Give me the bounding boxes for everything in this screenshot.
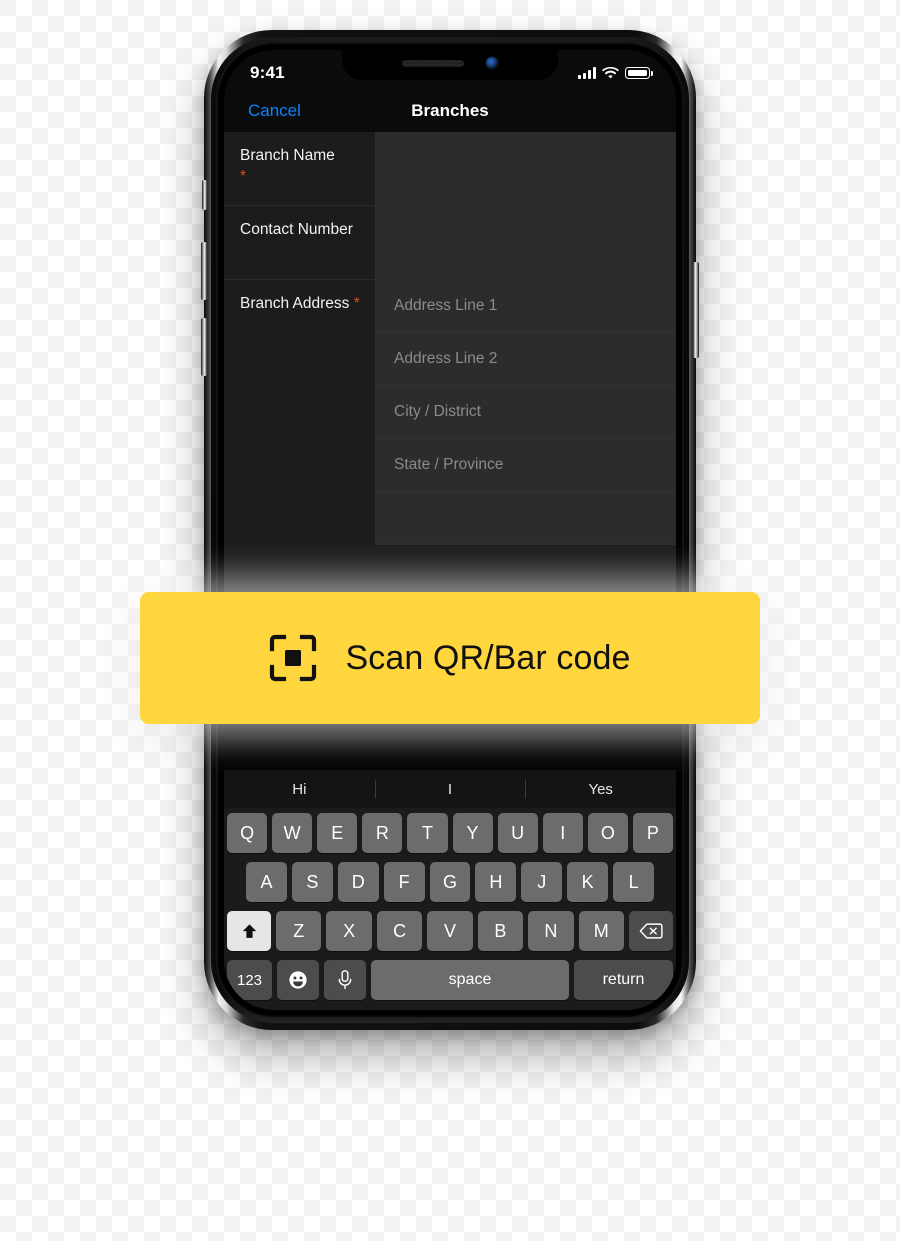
address-form-filler (376, 492, 676, 545)
key-s[interactable]: S (291, 862, 333, 902)
dictation-key[interactable] (324, 960, 366, 1000)
shift-key[interactable] (227, 911, 272, 951)
key-x[interactable]: X (326, 911, 372, 951)
key-u[interactable]: U (497, 813, 538, 853)
key-n[interactable]: N (528, 911, 574, 951)
contact-number-input[interactable] (376, 206, 676, 279)
key-v[interactable]: V (427, 911, 473, 951)
key-z[interactable]: Z (276, 911, 322, 951)
form-row-branch-name: Branch Name * (224, 132, 676, 206)
qr-scan-icon (270, 634, 317, 682)
address-line-1-placeholder: Address Line 1 (394, 297, 498, 314)
key-q[interactable]: Q (227, 813, 268, 853)
mute-switch-button[interactable] (202, 180, 207, 210)
address-line-1-input[interactable]: Address Line 1 (376, 280, 676, 333)
volume-up-button[interactable] (201, 242, 207, 300)
branch-name-input[interactable] (376, 132, 676, 205)
contact-number-label: Contact Number (240, 221, 353, 238)
branch-name-label-text: Branch Name (240, 147, 335, 164)
scan-button-label: Scan QR/Bar code (345, 638, 631, 677)
key-r[interactable]: R (362, 813, 403, 853)
key-d[interactable]: D (337, 862, 379, 902)
battery-icon (625, 67, 653, 79)
phone-mockup: 9:41 Cancel Branches Branch Name * Conta… (201, 30, 699, 1030)
phone-screen: 9:41 Cancel Branches Branch Name * Conta… (224, 50, 676, 1010)
status-bar-icons (578, 66, 653, 80)
branch-address-label-text: Branch Address (240, 295, 350, 312)
keyboard-row-1: Q W E R T Y U I O P (227, 813, 673, 853)
key-c[interactable]: C (376, 911, 423, 951)
key-a[interactable]: A (246, 862, 287, 902)
address-line-2-placeholder: Address Line 2 (394, 350, 498, 367)
keyboard-row-2: A S D F G H J K L (227, 862, 673, 902)
key-w[interactable]: W (272, 813, 313, 853)
key-l[interactable]: L (613, 862, 655, 902)
suggestion-item-3[interactable]: Yes (525, 781, 676, 798)
return-key[interactable]: return (574, 960, 673, 1000)
state-province-placeholder: State / Province (394, 456, 504, 473)
key-f[interactable]: F (383, 862, 425, 902)
city-district-input[interactable]: City / District (376, 386, 676, 439)
branch-name-required-marker: * (240, 168, 247, 186)
emoji-key[interactable] (277, 960, 319, 1000)
key-h[interactable]: H (475, 862, 517, 902)
key-m[interactable]: M (578, 911, 624, 951)
cellular-signal-icon (578, 67, 596, 79)
phone-notch (342, 50, 558, 80)
branch-name-label-cell: Branch Name * (224, 132, 376, 205)
suggestion-item-1[interactable]: Hi (224, 781, 375, 798)
key-e[interactable]: E (317, 813, 358, 853)
suggestion-item-2[interactable]: I (375, 781, 526, 798)
city-district-placeholder: City / District (394, 403, 481, 420)
key-g[interactable]: G (429, 862, 471, 902)
key-t[interactable]: T (407, 813, 448, 853)
key-p[interactable]: P (632, 813, 673, 853)
branch-address-required-marker: * (353, 295, 360, 312)
space-key[interactable]: space (371, 960, 569, 1000)
contact-number-label-cell: Contact Number (224, 206, 376, 279)
branch-name-label: Branch Name * (240, 146, 375, 188)
key-k[interactable]: K (567, 862, 609, 902)
key-b[interactable]: B (477, 911, 524, 951)
front-camera-icon (486, 57, 498, 69)
backspace-icon (639, 923, 663, 939)
status-bar-time: 9:41 (250, 63, 285, 82)
power-button[interactable] (693, 262, 699, 358)
emoji-smiley-icon (289, 971, 307, 989)
microphone-icon (338, 970, 352, 990)
numbers-key[interactable]: 123 (227, 960, 272, 1000)
keyboard-row-4: 123 space return (227, 960, 673, 1000)
state-province-input[interactable]: State / Province (376, 439, 676, 492)
form-row-branch-address: Branch Address * Address Line 1 Address … (224, 280, 676, 545)
branch-form: Branch Name * Contact Number Branch Addr… (224, 132, 676, 652)
key-o[interactable]: O (587, 813, 628, 853)
on-screen-keyboard: Hi I Yes Q W E R T Y U I O P A S D F G H… (224, 770, 676, 1010)
earpiece-speaker-icon (402, 59, 464, 67)
key-j[interactable]: J (521, 862, 563, 902)
backspace-key[interactable] (628, 911, 673, 951)
form-row-contact-number: Contact Number (224, 206, 676, 280)
key-y[interactable]: Y (452, 813, 493, 853)
branch-address-label-cell: Branch Address * (224, 280, 376, 545)
branch-address-fields: Address Line 1 Address Line 2 City / Dis… (376, 280, 676, 545)
keyboard-rows: Q W E R T Y U I O P A S D F G H J K L Z … (224, 808, 676, 1000)
branch-address-label: Branch Address * (240, 294, 375, 314)
key-i[interactable]: I (542, 813, 583, 853)
wifi-icon (602, 66, 619, 78)
address-line-2-input[interactable]: Address Line 2 (376, 333, 676, 386)
scan-qr-bar-code-button[interactable]: Scan QR/Bar code (140, 592, 760, 724)
keyboard-suggestion-bar: Hi I Yes (224, 770, 676, 808)
shift-arrow-icon (242, 923, 256, 938)
navigation-bar: Cancel Branches (224, 90, 676, 132)
cancel-button[interactable]: Cancel (248, 101, 301, 121)
volume-down-button[interactable] (201, 318, 207, 376)
keyboard-row-3: Z X C V B N M (227, 911, 673, 951)
